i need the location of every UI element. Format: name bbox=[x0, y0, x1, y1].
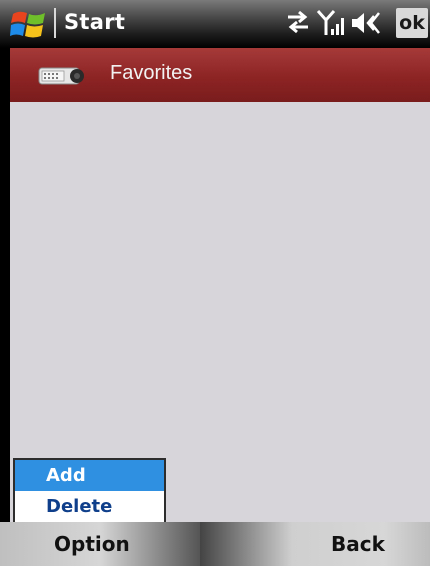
softkey-bar: Option Back bbox=[0, 522, 430, 566]
option-softkey[interactable]: Option bbox=[54, 532, 130, 556]
back-softkey[interactable]: Back bbox=[331, 532, 385, 556]
menu-item-add[interactable]: Add bbox=[15, 460, 164, 491]
volume-icon[interactable] bbox=[350, 8, 380, 38]
device-icon bbox=[38, 67, 84, 85]
page-title: Favorites bbox=[110, 62, 193, 84]
title-bar: Start ok bbox=[0, 0, 430, 48]
option-menu: Add Delete bbox=[13, 458, 166, 524]
title-separator bbox=[54, 8, 56, 38]
menu-item-delete[interactable]: Delete bbox=[15, 491, 164, 522]
windows-start-icon[interactable] bbox=[10, 8, 48, 42]
right-softkey-background bbox=[200, 522, 430, 566]
app-title: Start bbox=[64, 10, 126, 34]
signal-strength-icon[interactable] bbox=[316, 8, 346, 38]
connectivity-icon[interactable] bbox=[284, 8, 312, 36]
page-header: Favorites bbox=[10, 48, 430, 102]
ok-button[interactable]: ok bbox=[396, 8, 428, 38]
left-edge bbox=[0, 48, 10, 522]
